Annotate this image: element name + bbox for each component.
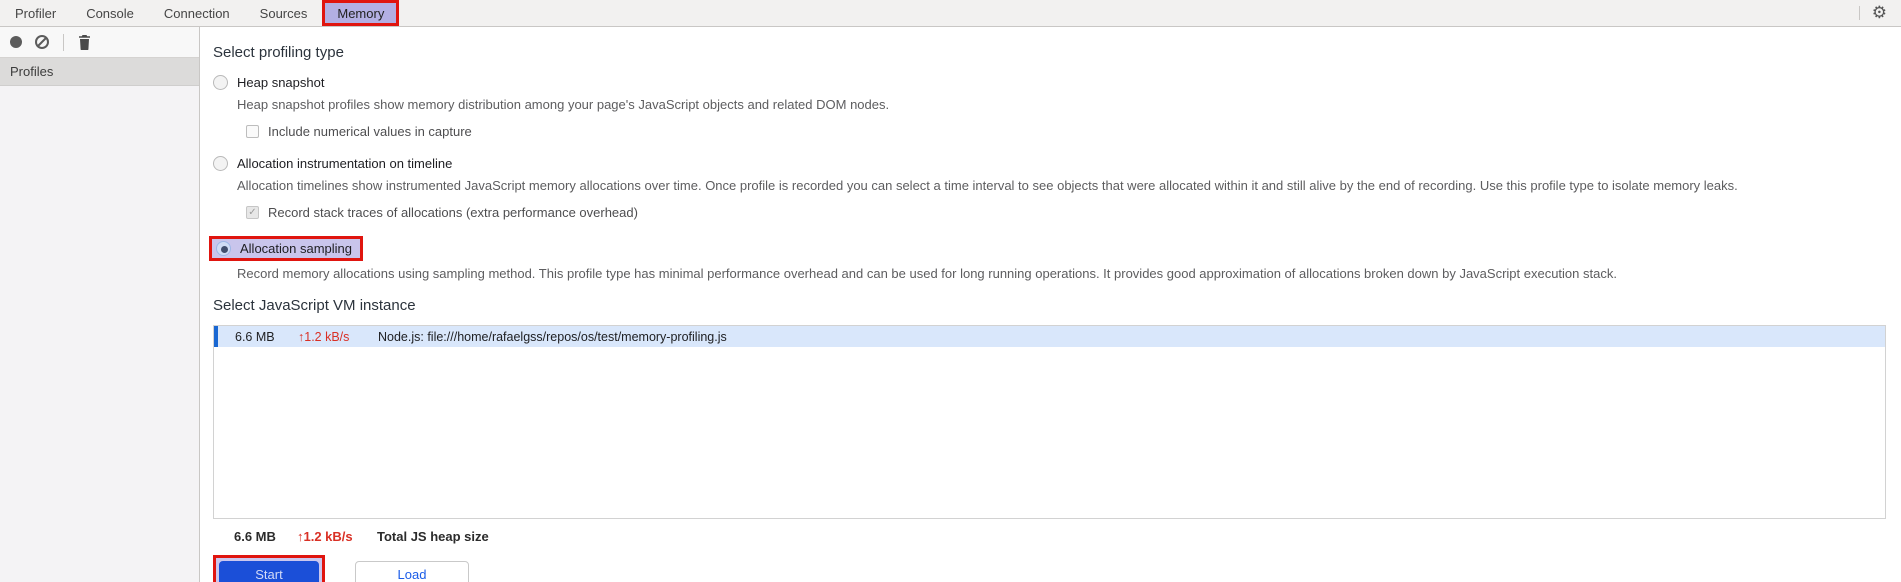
radio-allocation-instrumentation[interactable]: Allocation instrumentation on timeline <box>213 153 1886 173</box>
radio-label: Allocation sampling <box>240 241 353 256</box>
vm-instance-heading: Select JavaScript VM instance <box>213 297 416 314</box>
radio-allocation-sampling[interactable]: Allocation sampling <box>209 236 364 261</box>
profiling-type-heading: Select profiling type <box>213 44 344 61</box>
tab-bar: Profiler Console Connection Sources Memo… <box>0 0 1901 27</box>
radio-heap-snapshot[interactable]: Heap snapshot <box>213 72 1886 92</box>
allocation-sampling-description: Record memory allocations using sampling… <box>237 266 1617 281</box>
checkbox-icon: ✓ <box>246 205 259 219</box>
start-button[interactable]: Start <box>219 561 319 582</box>
vm-heap-rate: ↑1.2 kB/s <box>298 329 350 344</box>
toolbar-divider <box>63 33 64 51</box>
checkbox-include-numerical-values[interactable]: Include numerical values in capture <box>246 122 1886 140</box>
tab-profiler[interactable]: Profiler <box>0 0 71 26</box>
devtools-window: Profiler Console Connection Sources Memo… <box>0 0 1901 582</box>
radio-label: Allocation instrumentation on timeline <box>237 155 453 171</box>
radio-icon-selected[interactable] <box>216 241 231 256</box>
memory-panel: Select profiling type Heap snapshot Heap… <box>200 27 1901 582</box>
checkbox-record-stack-traces[interactable]: ✓ Record stack traces of allocations (ex… <box>246 203 1886 221</box>
allocation-instrumentation-description: Allocation timelines show instrumented J… <box>237 178 1738 193</box>
heap-snapshot-description: Heap snapshot profiles show memory distr… <box>237 97 890 112</box>
checkbox-icon[interactable] <box>246 124 259 138</box>
total-heap-label: Total JS heap size <box>377 529 489 544</box>
content-area: Profiles Select profiling type Heap snap… <box>0 27 1901 582</box>
clear-icon[interactable] <box>35 35 49 49</box>
sidebar-empty-area <box>0 86 199 582</box>
tab-sources[interactable]: Sources <box>245 0 323 26</box>
radio-label: Heap snapshot <box>237 74 325 90</box>
settings-gear-icon[interactable]: ⚙ <box>1860 0 1901 26</box>
tab-connection[interactable]: Connection <box>149 0 245 26</box>
sidebar-item-profiles[interactable]: Profiles <box>0 58 199 86</box>
vm-heap-size: 6.6 MB <box>235 329 275 344</box>
profiler-toolbar <box>0 27 199 58</box>
radio-icon[interactable] <box>213 74 228 90</box>
vm-instance-name: Node.js: file:///home/rafaelgss/repos/os… <box>378 329 727 344</box>
tab-console[interactable]: Console <box>71 0 149 26</box>
record-icon[interactable] <box>10 36 22 48</box>
vm-instance-list: 6.6 MB ↑1.2 kB/s Node.js: file:///home/r… <box>213 325 1886 519</box>
start-button-annotation: Start <box>213 555 325 582</box>
trash-icon[interactable] <box>78 34 91 50</box>
action-buttons: Start Load <box>213 555 1886 582</box>
tabbar-spacer <box>399 0 1858 26</box>
vm-instance-row[interactable]: 6.6 MB ↑1.2 kB/s Node.js: file:///home/r… <box>214 326 1885 347</box>
radio-icon[interactable] <box>213 155 228 171</box>
heap-totals: 6.6 MB ↑1.2 kB/s Total JS heap size <box>213 529 1886 544</box>
load-button[interactable]: Load <box>355 560 469 582</box>
checkbox-label: Record stack traces of allocations (extr… <box>268 204 638 220</box>
total-heap-size: 6.6 MB <box>234 529 276 544</box>
sidebar: Profiles <box>0 27 200 582</box>
checkbox-label: Include numerical values in capture <box>268 123 472 139</box>
total-heap-rate: ↑1.2 kB/s <box>297 529 353 544</box>
tab-memory[interactable]: Memory <box>322 0 400 26</box>
